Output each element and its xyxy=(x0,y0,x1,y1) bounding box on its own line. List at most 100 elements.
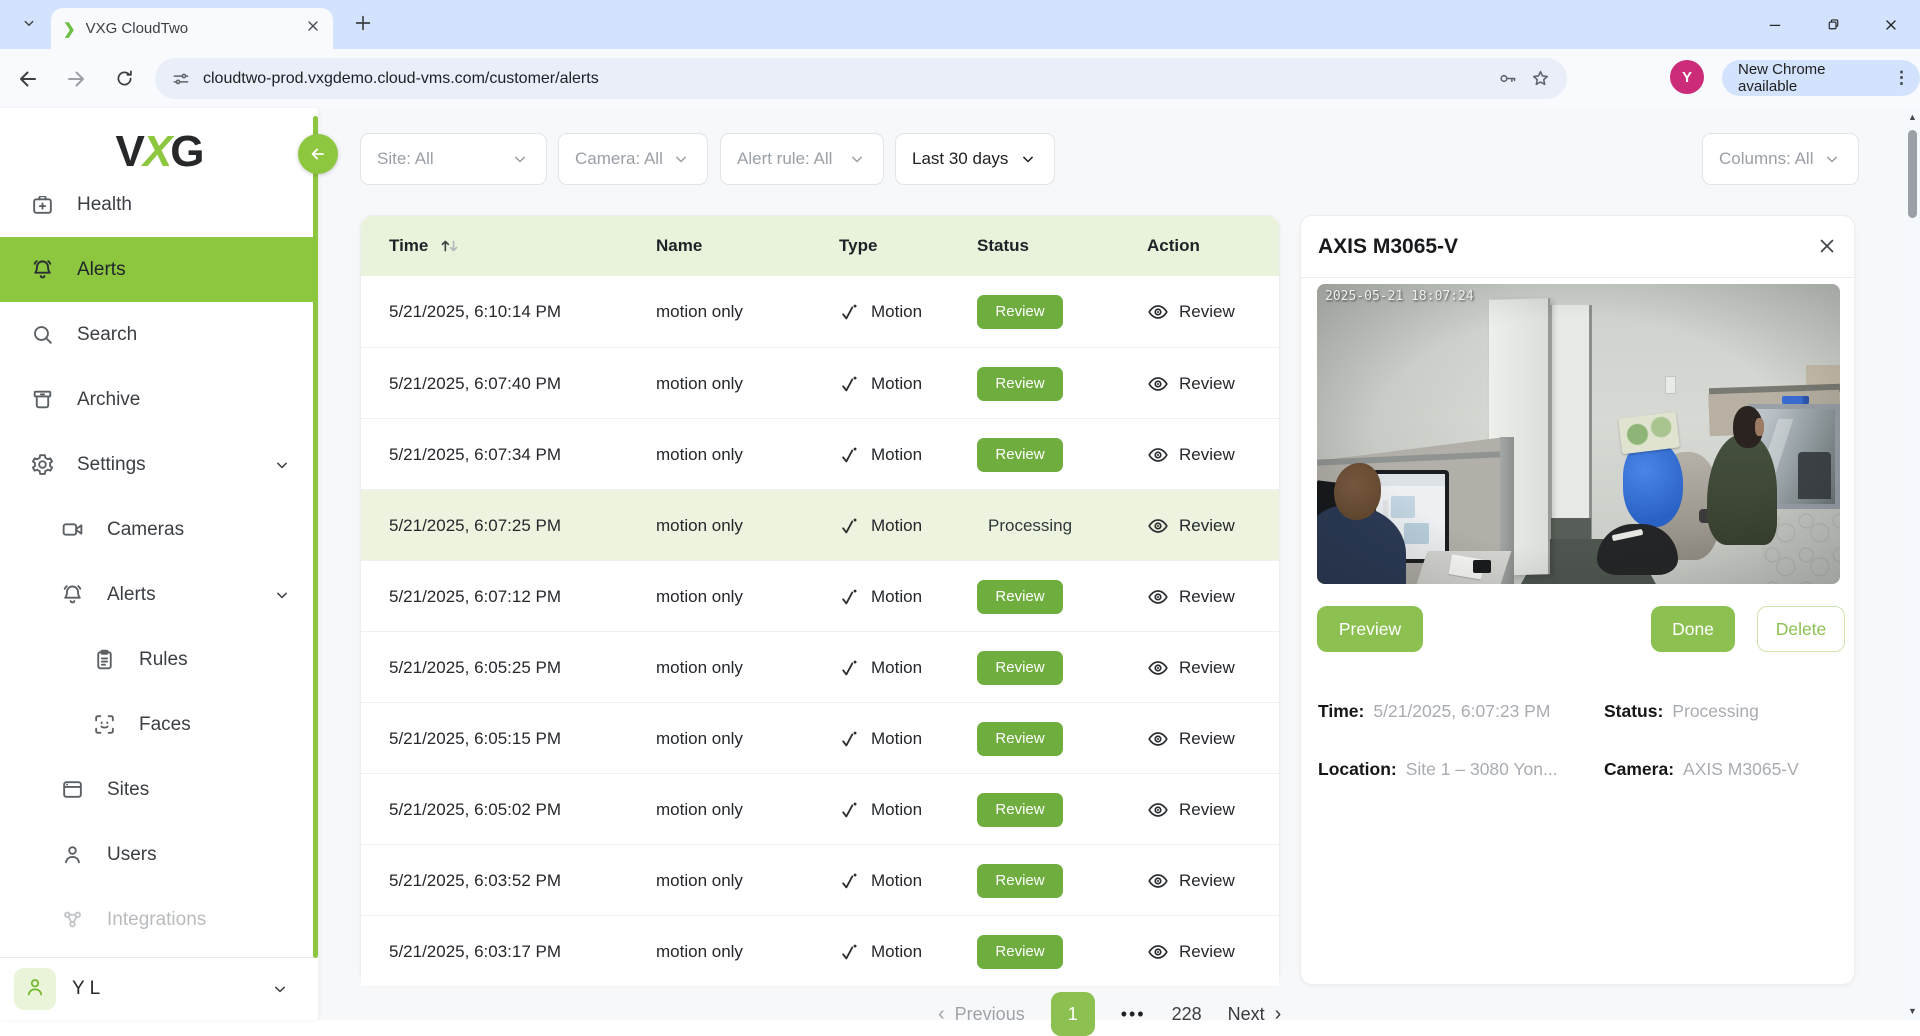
scroll-up-icon[interactable]: ▲ xyxy=(1906,112,1919,122)
camera-snapshot[interactable]: 2025-05-21 18:07:24 xyxy=(1317,284,1840,584)
alert-type: Motion xyxy=(839,632,922,703)
pagination-ellipsis: ••• xyxy=(1121,1004,1146,1025)
alert-review-action[interactable]: Review xyxy=(1147,916,1235,987)
alert-row[interactable]: 5/21/2025, 6:07:25 PMmotion onlyMotionPr… xyxy=(361,489,1279,560)
alert-row[interactable]: 5/21/2025, 6:10:14 PMmotion onlyMotionRe… xyxy=(361,276,1279,347)
sidebar-item-faces[interactable]: Faces xyxy=(0,692,318,757)
pagination-next-button[interactable]: Next › xyxy=(1228,1003,1282,1026)
sidebar-item-label: Users xyxy=(107,844,157,866)
columns-dropdown[interactable]: Columns: All xyxy=(1702,133,1859,185)
tab-search-button[interactable] xyxy=(12,9,46,41)
alert-time: 5/21/2025, 6:05:15 PM xyxy=(389,703,561,774)
filter-alert-rule[interactable]: Alert rule: All xyxy=(720,133,884,185)
status-badge[interactable]: Review xyxy=(977,793,1063,827)
status-badge[interactable]: Review xyxy=(977,367,1063,401)
motion-icon xyxy=(839,586,861,608)
preview-button[interactable]: Preview xyxy=(1317,606,1423,652)
reload-button[interactable] xyxy=(104,59,144,99)
status-badge[interactable]: Review xyxy=(977,722,1063,756)
alert-row[interactable]: 5/21/2025, 6:07:12 PMmotion onlyMotionRe… xyxy=(361,560,1279,631)
sidebar-item-alerts[interactable]: Alerts xyxy=(0,562,318,627)
done-button[interactable]: Done xyxy=(1651,606,1735,652)
new-tab-button[interactable] xyxy=(352,12,374,39)
motion-icon xyxy=(839,728,861,750)
column-header-time[interactable]: Time xyxy=(389,216,462,276)
sidebar-user[interactable]: Y L xyxy=(0,958,318,1020)
forward-button[interactable] xyxy=(56,59,96,99)
sidebar-scrollbar[interactable] xyxy=(313,116,318,958)
alert-row[interactable]: 5/21/2025, 6:03:52 PMmotion onlyMotionRe… xyxy=(361,844,1279,915)
close-icon[interactable] xyxy=(1816,235,1838,257)
status-badge[interactable]: Review xyxy=(977,580,1063,614)
alert-row[interactable]: 5/21/2025, 6:03:17 PMmotion onlyMotionRe… xyxy=(361,915,1279,986)
tab-close-icon[interactable] xyxy=(305,18,321,39)
browser-menu-icon[interactable]: ⋮ xyxy=(1893,68,1910,88)
alert-review-action[interactable]: Review xyxy=(1147,703,1235,774)
alert-review-action[interactable]: Review xyxy=(1147,348,1235,419)
alert-row[interactable]: 5/21/2025, 6:05:25 PMmotion onlyMotionRe… xyxy=(361,631,1279,702)
delete-button[interactable]: Delete xyxy=(1757,606,1845,652)
sidebar-item-label: Search xyxy=(77,324,137,346)
status-badge[interactable]: Review xyxy=(977,651,1063,685)
sidebar-item-search[interactable]: Search xyxy=(0,302,318,367)
status-badge[interactable]: Review xyxy=(977,864,1063,898)
browser-tab[interactable]: ❯ VXG CloudTwo xyxy=(51,8,333,49)
user-name: Y L xyxy=(72,978,254,1000)
filter-site[interactable]: Site: All xyxy=(360,133,547,185)
url-text: cloudtwo-prod.vxgdemo.cloud-vms.com/cust… xyxy=(203,70,1485,88)
table-header-row: TimeNameTypeStatusAction xyxy=(361,216,1279,276)
alert-row[interactable]: 5/21/2025, 6:05:15 PMmotion onlyMotionRe… xyxy=(361,702,1279,773)
filter-date-range[interactable]: Last 30 days xyxy=(895,133,1055,185)
sidebar-item-sites[interactable]: Sites xyxy=(0,757,318,822)
sidebar-item-cameras[interactable]: Cameras xyxy=(0,497,318,562)
pagination-last-page-button[interactable]: 228 xyxy=(1172,1004,1202,1025)
pagination-current-page[interactable]: 1 xyxy=(1051,992,1095,1036)
sidebar-collapse-button[interactable] xyxy=(298,134,338,174)
bookmark-star-icon[interactable] xyxy=(1530,68,1551,89)
sort-icon[interactable] xyxy=(436,235,462,257)
tune-icon[interactable] xyxy=(171,69,191,89)
alert-review-action[interactable]: Review xyxy=(1147,419,1235,490)
detail-status: Status:Processing xyxy=(1604,701,1840,722)
eye-icon xyxy=(1147,444,1169,466)
alert-row[interactable]: 5/21/2025, 6:07:40 PMmotion onlyMotionRe… xyxy=(361,347,1279,418)
sidebar-item-label: Alerts xyxy=(107,584,156,606)
alert-review-action[interactable]: Review xyxy=(1147,632,1235,703)
scrollbar-thumb[interactable] xyxy=(1908,130,1917,218)
status-badge[interactable]: Review xyxy=(977,438,1063,472)
alert-row[interactable]: 5/21/2025, 6:07:34 PMmotion onlyMotionRe… xyxy=(361,418,1279,489)
alert-status-cell: Review xyxy=(977,916,1063,987)
alert-review-action[interactable]: Review xyxy=(1147,561,1235,632)
pagination-previous-button[interactable]: ‹ Previous xyxy=(938,1003,1025,1026)
chevron-down-icon[interactable] xyxy=(270,979,290,999)
chevron-down-icon[interactable] xyxy=(272,585,292,605)
filter-camera[interactable]: Camera: All xyxy=(558,133,708,185)
alert-status-cell: Review xyxy=(977,845,1063,916)
sidebar-item-alerts[interactable]: Alerts xyxy=(0,237,318,302)
sidebar-item-archive[interactable]: Archive xyxy=(0,367,318,432)
chevron-down-icon[interactable] xyxy=(272,455,292,475)
alert-review-action[interactable]: Review xyxy=(1147,774,1235,845)
new-chrome-available-button[interactable]: New Chrome available ⋮ xyxy=(1722,60,1920,96)
alert-review-action[interactable]: Review xyxy=(1147,845,1235,916)
password-key-icon[interactable] xyxy=(1497,68,1518,89)
address-bar[interactable]: cloudtwo-prod.vxgdemo.cloud-vms.com/cust… xyxy=(155,58,1567,99)
status-badge[interactable]: Review xyxy=(977,935,1063,969)
person-icon xyxy=(23,975,47,1004)
profile-avatar[interactable]: Y xyxy=(1670,60,1704,94)
scroll-down-icon[interactable]: ▼ xyxy=(1906,1006,1919,1016)
alert-review-action[interactable]: Review xyxy=(1147,276,1235,347)
sidebar-item-rules[interactable]: Rules xyxy=(0,627,318,692)
sidebar-item-users[interactable]: Users xyxy=(0,822,318,887)
sidebar-item-settings[interactable]: Settings xyxy=(0,432,318,497)
alert-row[interactable]: 5/21/2025, 6:05:02 PMmotion onlyMotionRe… xyxy=(361,773,1279,844)
alert-type: Motion xyxy=(839,774,922,845)
window-minimize-button[interactable] xyxy=(1746,0,1804,49)
status-badge[interactable]: Review xyxy=(977,295,1063,329)
back-button[interactable] xyxy=(8,59,48,99)
alert-review-action[interactable]: Review xyxy=(1147,490,1235,561)
window-close-button[interactable] xyxy=(1862,0,1920,49)
alert-name: motion only xyxy=(656,348,743,419)
browser-scrollbar[interactable]: ▲ ▼ xyxy=(1905,108,1920,1020)
window-restore-button[interactable] xyxy=(1804,0,1862,49)
